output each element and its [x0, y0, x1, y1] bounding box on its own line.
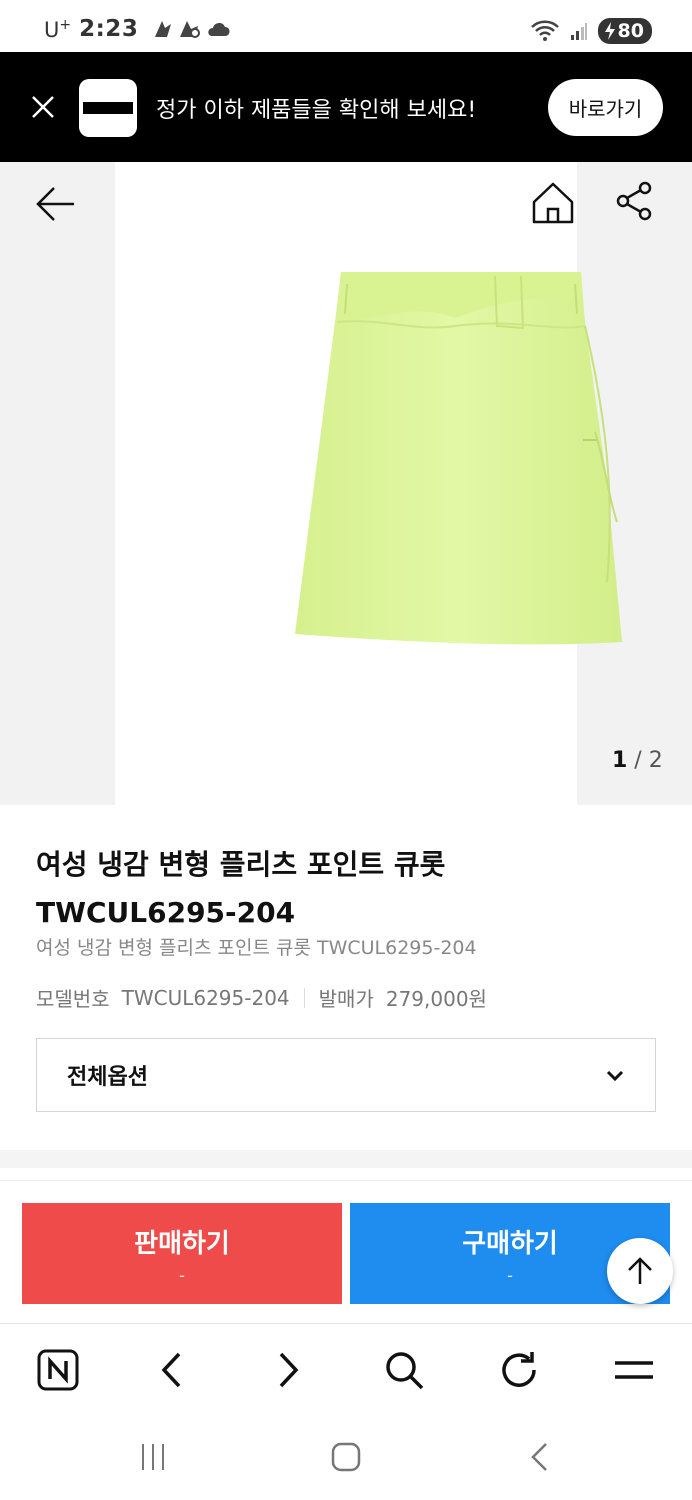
action-bar: 판매하기 - 구매하기 -: [0, 1180, 692, 1323]
image-counter: 1 / 2: [612, 748, 663, 773]
option-label: 전체옵션: [67, 1065, 148, 1090]
product-meta: 모델번호 TWCUL6295-204 발매가 279,000원: [36, 983, 487, 1012]
signal-icon: [570, 23, 587, 40]
app-logo: [79, 79, 137, 137]
notification-icons: [152, 18, 232, 40]
menu-icon[interactable]: [612, 1348, 656, 1392]
product-skirt-image: [295, 272, 622, 645]
share-icon[interactable]: [614, 180, 656, 222]
back-icon[interactable]: [520, 1439, 560, 1475]
naver-n-icon[interactable]: [36, 1348, 80, 1392]
close-icon[interactable]: [28, 92, 58, 122]
promo-banner: 정가 이하 제품들을 확인해 보세요! 바로가기: [0, 52, 692, 162]
model-value: TWCUL6295-204: [121, 985, 290, 1010]
wifi-icon: [530, 20, 559, 41]
buy-label: 구매하기: [462, 1228, 558, 1259]
search-icon[interactable]: [382, 1348, 426, 1392]
system-nav-bar: [0, 1413, 692, 1500]
recent-apps-icon[interactable]: [133, 1439, 173, 1475]
current-page: 1: [612, 748, 628, 773]
product-info: 여성 냉감 변형 플리츠 포인트 큐롯 TWCUL6295-204 여성 냉감 …: [0, 805, 692, 1150]
status-left: U+ 2:23: [44, 16, 232, 42]
arrow-up-icon: [628, 1257, 652, 1284]
status-time: 2:23: [79, 16, 139, 42]
promo-text: 정가 이하 제품들을 확인해 보세요!: [156, 98, 477, 123]
sell-label: 판매하기: [134, 1228, 230, 1259]
battery-indicator: 80: [597, 18, 652, 44]
buy-price: -: [507, 1265, 513, 1285]
price-value: 279,000원: [385, 987, 487, 1011]
sell-button[interactable]: 판매하기 -: [22, 1203, 342, 1304]
sell-price: -: [179, 1265, 185, 1285]
carrier-label: U+: [44, 16, 72, 42]
product-image: [115, 162, 622, 805]
home-icon[interactable]: [530, 180, 576, 226]
product-title-line1: 여성 냉감 변형 플리츠 포인트 큐롯: [36, 848, 446, 881]
chevron-down-icon: [606, 1070, 624, 1082]
notification-app-icon: [155, 21, 172, 37]
counter-separator: /: [627, 748, 649, 773]
promo-go-button[interactable]: 바로가기: [548, 79, 663, 136]
product-title-line2: TWCUL6295-204: [36, 896, 296, 929]
total-pages: 2: [648, 748, 663, 773]
battery-level: 80: [617, 20, 644, 42]
model-label: 모델번호: [36, 987, 110, 1011]
product-subtitle: 여성 냉감 변형 플리츠 포인트 큐롯 TWCUL6295-204: [36, 937, 477, 959]
scroll-top-button[interactable]: [607, 1238, 673, 1304]
browser-toolbar: [0, 1323, 692, 1413]
product-title: 여성 냉감 변형 플리츠 포인트 큐롯 TWCUL6295-204: [36, 841, 656, 937]
price-label: 발매가: [318, 987, 374, 1011]
status-bar: U+ 2:23 80: [0, 0, 692, 52]
section-divider: [0, 1150, 692, 1168]
status-right: 80: [530, 18, 652, 44]
cloud-icon: [208, 22, 230, 36]
charging-bolt-icon: [604, 22, 615, 40]
option-select[interactable]: 전체옵션: [36, 1038, 656, 1112]
refresh-icon[interactable]: [497, 1348, 541, 1392]
notification-app-icon: [180, 21, 201, 38]
home-icon[interactable]: [326, 1439, 366, 1475]
back-icon[interactable]: [150, 1348, 194, 1392]
meta-divider: [303, 987, 305, 1008]
back-arrow-icon[interactable]: [34, 182, 78, 226]
forward-icon[interactable]: [266, 1348, 310, 1392]
product-gallery[interactable]: 1 / 2: [0, 162, 692, 805]
